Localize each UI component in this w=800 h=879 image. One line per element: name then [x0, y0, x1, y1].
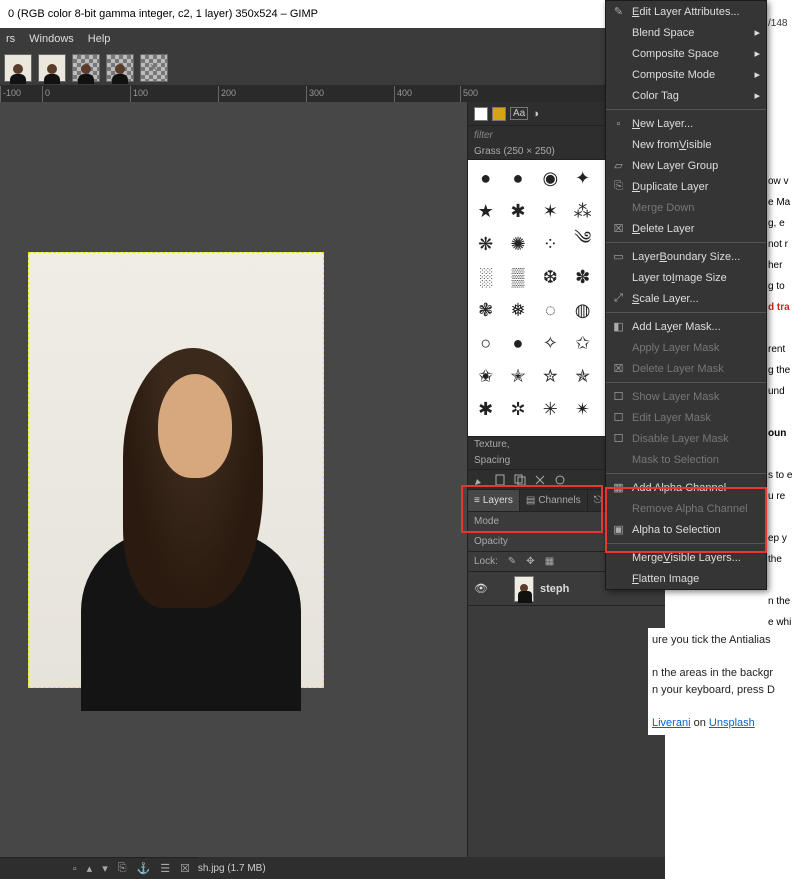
menu-item[interactable]: rs	[6, 33, 15, 45]
highlight-box	[605, 487, 767, 553]
help-icon[interactable]: ◑	[532, 108, 539, 120]
brush-swatch[interactable]: ◍	[567, 294, 598, 326]
menu-item[interactable]: ⤢Scale Layer...	[606, 288, 766, 309]
brush-swatch[interactable]: ◌	[535, 294, 566, 326]
menu-bar: rs Windows Help	[0, 28, 665, 50]
brush-swatch[interactable]: ✩	[567, 327, 598, 359]
highlight-box	[461, 485, 603, 533]
brush-swatch[interactable]: ✱	[470, 393, 501, 425]
brush-swatch[interactable]: ✺	[502, 228, 533, 260]
brush-swatch[interactable]: ░	[470, 261, 501, 293]
layer-name[interactable]: steph	[540, 583, 569, 595]
gimp-window: 0 (RGB color 8-bit gamma integer, c2, 1 …	[0, 0, 665, 879]
menu-item: Mask to Selection	[606, 449, 766, 470]
anchor-icon[interactable]: ⚓	[137, 862, 151, 875]
brush-swatch[interactable]: ✴	[567, 393, 598, 425]
refresh-icon[interactable]	[554, 474, 566, 486]
menu-item: ☒Delete Layer Mask	[606, 358, 766, 379]
menu-item[interactable]: ✎Edit Layer Attributes...	[606, 1, 766, 22]
menu-item[interactable]: ▫New Layer...	[606, 113, 766, 134]
image-tab[interactable]	[140, 54, 168, 82]
brush-swatch[interactable]: ✦	[567, 162, 598, 194]
brush-swatch[interactable]: ❅	[502, 294, 533, 326]
brush-swatch[interactable]: ⁘	[535, 228, 566, 260]
window-title: 0 (RGB color 8-bit gamma integer, c2, 1 …	[8, 8, 620, 20]
brush-swatch[interactable]: ✭	[502, 360, 533, 392]
brush-swatch[interactable]: ●	[470, 162, 501, 194]
menu-item[interactable]: Help	[88, 33, 111, 45]
menu-item: Apply Layer Mask	[606, 337, 766, 358]
font-icon[interactable]: Aa	[510, 107, 528, 120]
edit-icon[interactable]	[474, 474, 486, 486]
menu-item: ☐Disable Layer Mask	[606, 428, 766, 449]
del-icon[interactable]	[534, 474, 546, 486]
opacity-label: Opacity	[474, 536, 508, 547]
menu-item[interactable]: ▱New Layer Group	[606, 155, 766, 176]
brush-swatch[interactable]: ✽	[567, 261, 598, 293]
background-page-text: ure you tick the Antialias n the areas i…	[648, 628, 800, 735]
layer-down-icon[interactable]: ▾	[102, 862, 108, 875]
lock-position-icon[interactable]: ✥	[526, 556, 534, 567]
menu-item[interactable]: ▭Layer Boundary Size...	[606, 246, 766, 267]
image-tab[interactable]	[106, 54, 134, 82]
image-canvas[interactable]	[28, 252, 324, 688]
brush-swatch[interactable]: ✱	[502, 195, 533, 227]
lock-pixels-icon[interactable]: ✎	[508, 556, 516, 567]
eye-icon[interactable]: 👁	[474, 582, 488, 595]
ruler-horizontal: -1000100200300400500	[0, 86, 665, 102]
menu-item[interactable]: Composite Mode▸	[606, 64, 766, 85]
lock-label: Lock:	[474, 556, 498, 567]
link-unsplash[interactable]: Unsplash	[709, 717, 755, 729]
menu-item[interactable]: New from Visible	[606, 134, 766, 155]
brush-swatch[interactable]: ✧	[535, 327, 566, 359]
brush-swatch[interactable]: ✲	[502, 393, 533, 425]
brush-swatch[interactable]: ✬	[470, 360, 501, 392]
brush-swatch[interactable]: ✯	[567, 360, 598, 392]
menu-item[interactable]: Blend Space▸	[606, 22, 766, 43]
tool-icon[interactable]	[474, 107, 488, 121]
menu-item[interactable]: Flatten Image	[606, 568, 766, 589]
new-layer-icon[interactable]: ▫	[73, 863, 77, 875]
dup-icon[interactable]	[514, 474, 526, 486]
brush-swatch[interactable]: ●	[502, 327, 533, 359]
tool-icon[interactable]	[492, 107, 506, 121]
layer-thumb[interactable]	[514, 576, 534, 602]
layer-up-icon[interactable]: ▴	[87, 862, 93, 875]
menu-item[interactable]: Color Tag▸	[606, 85, 766, 106]
menu-item[interactable]: Composite Space▸	[606, 43, 766, 64]
brush-swatch[interactable]: ✳	[535, 393, 566, 425]
new-icon[interactable]	[494, 474, 506, 486]
canvas-area[interactable]	[0, 102, 467, 857]
brush-swatch[interactable]: ✶	[535, 195, 566, 227]
dup-layer-icon[interactable]: ⎘	[118, 862, 127, 875]
image-tab[interactable]	[72, 54, 100, 82]
lock-alpha-icon[interactable]: ▦	[545, 556, 554, 567]
image-tab[interactable]	[38, 54, 66, 82]
brush-swatch[interactable]: ❋	[470, 228, 501, 260]
brush-swatch[interactable]: ◉	[535, 162, 566, 194]
brush-swatch[interactable]: ★	[470, 195, 501, 227]
menu-item[interactable]: ⎘Duplicate Layer	[606, 176, 766, 197]
title-bar: 0 (RGB color 8-bit gamma integer, c2, 1 …	[0, 0, 665, 28]
menu-item[interactable]: ☒Delete Layer	[606, 218, 766, 239]
brush-swatch[interactable]: ❆	[535, 261, 566, 293]
merge-icon-bot[interactable]: ☰	[160, 862, 170, 875]
menu-item: ☐Show Layer Mask	[606, 386, 766, 407]
menu-item: ☐Edit Layer Mask	[606, 407, 766, 428]
menu-item[interactable]: ◧Add Layer Mask...	[606, 316, 766, 337]
menu-item[interactable]: Layer to Image Size	[606, 267, 766, 288]
brush-swatch[interactable]: ༄	[567, 228, 598, 260]
del-layer-icon[interactable]: ☒	[180, 862, 190, 875]
brush-swatch[interactable]: ●	[502, 162, 533, 194]
brush-swatch[interactable]: ❃	[470, 294, 501, 326]
menu-item[interactable]: Windows	[29, 33, 74, 45]
link-liverani[interactable]: Liverani	[652, 717, 691, 729]
menu-item: Merge Down	[606, 197, 766, 218]
image-tabs	[0, 50, 665, 86]
brush-swatch[interactable]: ✮	[535, 360, 566, 392]
brush-swatch[interactable]: ○	[470, 327, 501, 359]
image-tab[interactable]	[4, 54, 32, 82]
brush-swatch[interactable]: ▒	[502, 261, 533, 293]
